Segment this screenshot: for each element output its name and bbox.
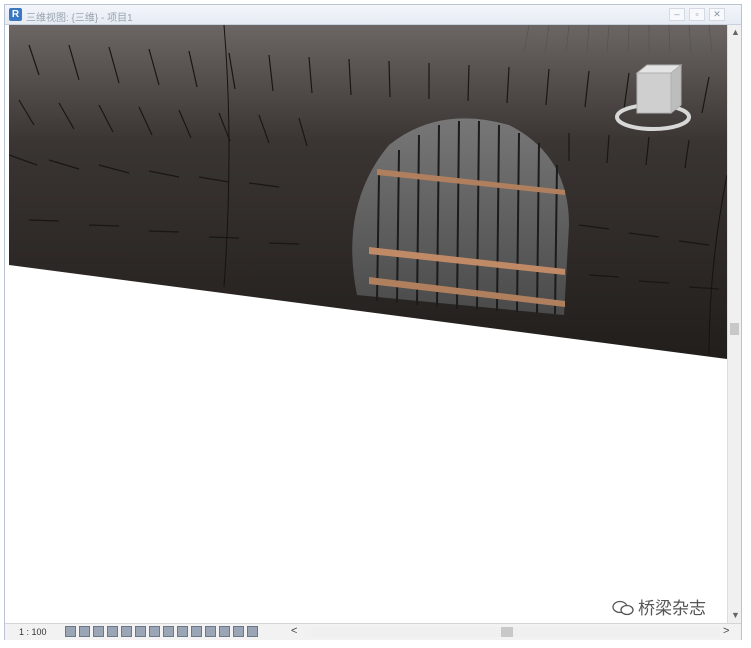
view-tools [65, 626, 258, 637]
shadows-icon[interactable] [107, 626, 118, 637]
window-title: 三维视图: {三维} - 项目1 [26, 13, 133, 24]
crop-visibility-icon[interactable] [149, 626, 160, 637]
3d-viewport[interactable] [9, 25, 727, 623]
tunnel-model [9, 25, 727, 359]
scroll-right-icon[interactable]: > [723, 625, 729, 637]
detail-level-icon[interactable] [65, 626, 76, 637]
scroll-left-icon[interactable]: < [291, 625, 297, 637]
sun-path-icon[interactable] [93, 626, 104, 637]
restore-icon[interactable]: ▫ [689, 8, 705, 21]
watermark-text: 桥梁杂志 [638, 599, 706, 618]
view-control-bar: 1 : 100 < > [5, 623, 741, 640]
vertical-scroll-thumb[interactable] [730, 323, 739, 335]
temp-view-props-icon[interactable] [205, 626, 216, 637]
visual-style-icon[interactable] [79, 626, 90, 637]
highlight-displacement-icon[interactable] [233, 626, 244, 637]
minimize-icon[interactable]: – [669, 8, 685, 21]
temporary-hide-icon[interactable] [177, 626, 188, 637]
wechat-icon [612, 600, 634, 616]
revit-view-window: R 三维视图: {三维} - 项目1 – ▫ ✕ ▲ ▼ 1: 100 < > [4, 4, 742, 640]
view-scale[interactable]: 1 : 100 [19, 627, 47, 637]
reveal-hidden-icon[interactable] [191, 626, 202, 637]
scroll-down-icon[interactable]: ▼ [731, 610, 740, 620]
vertical-scrollbar[interactable]: ▲ ▼ [727, 25, 741, 623]
render-icon[interactable] [121, 626, 132, 637]
revit-icon: R [9, 8, 22, 21]
scroll-up-icon[interactable]: ▲ [731, 27, 740, 37]
crop-icon[interactable] [135, 626, 146, 637]
title-bar[interactable]: R 三维视图: {三维} - 项目1 – ▫ ✕ [5, 5, 741, 25]
horizontal-scroll-thumb[interactable] [501, 627, 513, 637]
analytical-model-icon[interactable] [219, 626, 230, 637]
watermark: 桥梁杂志 [612, 594, 706, 619]
horizontal-scrollbar[interactable] [305, 627, 720, 637]
worksharing-icon[interactable] [247, 626, 258, 637]
lock-3d-icon[interactable] [163, 626, 174, 637]
close-icon[interactable]: ✕ [709, 8, 725, 21]
